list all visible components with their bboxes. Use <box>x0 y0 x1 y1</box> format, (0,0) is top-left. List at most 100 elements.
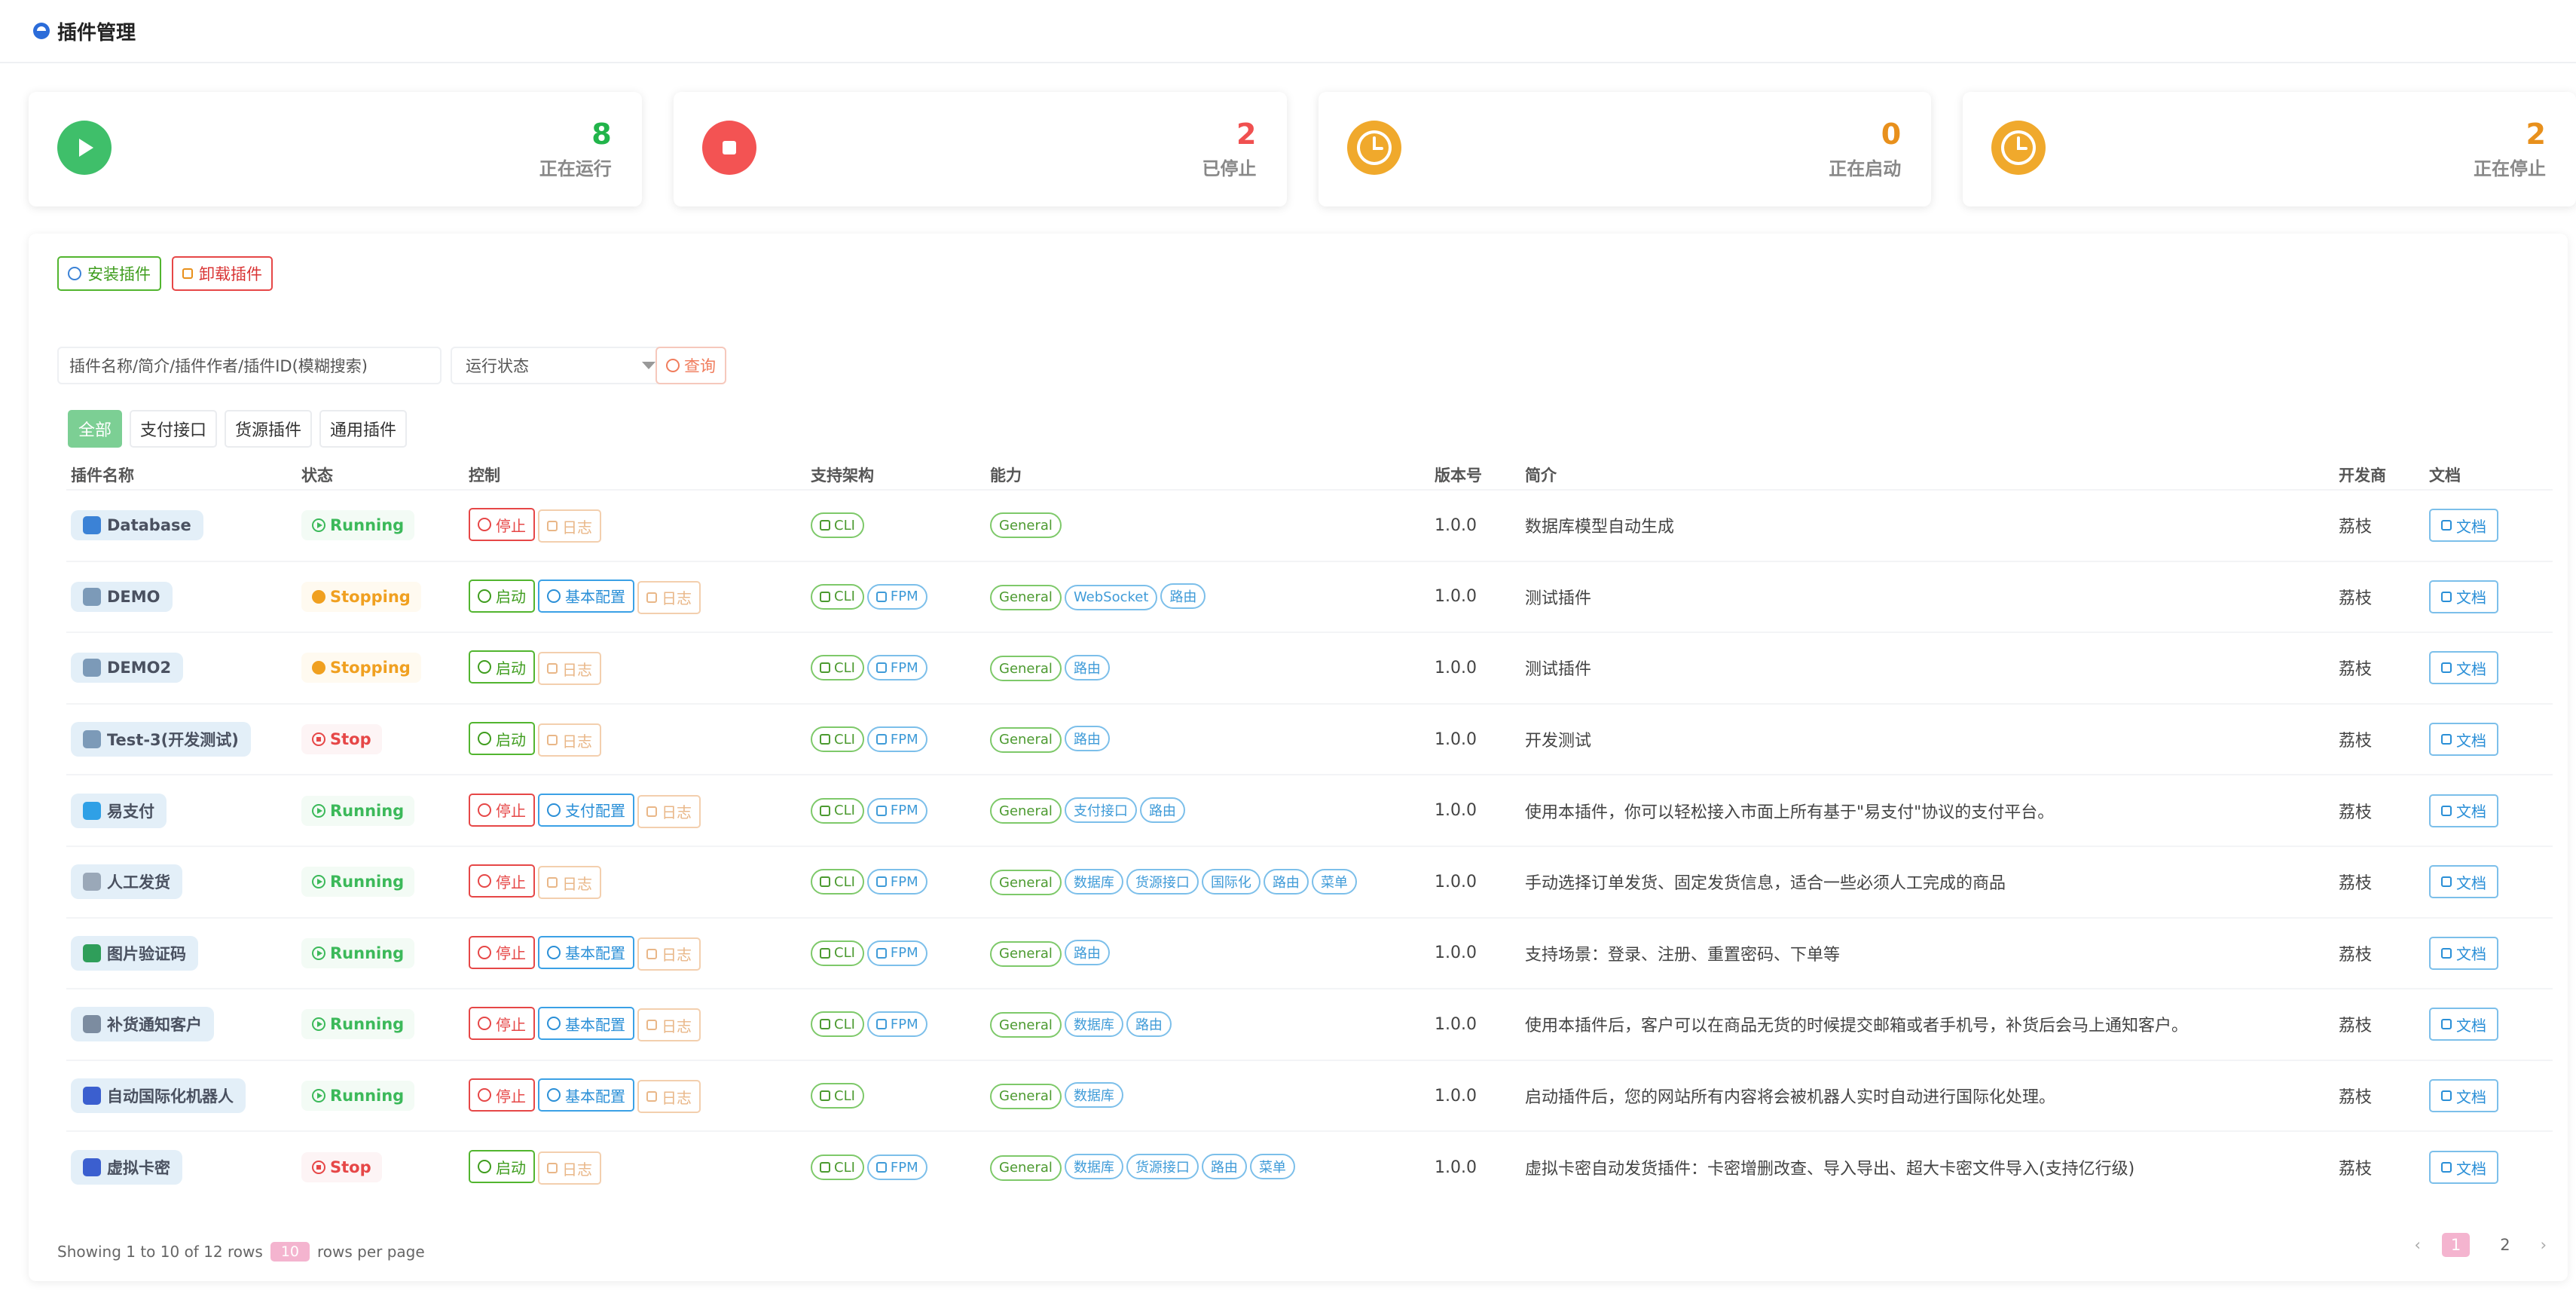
status-text: Running <box>330 943 405 962</box>
cell-version: 1.0.0 <box>1430 774 1520 846</box>
config-button[interactable]: 基本配置 <box>538 579 634 613</box>
status-text: Stopping <box>330 659 411 677</box>
table-row: 虚拟卡密 Stop 启动 日志 CLI FPM General 数据库 货源接口 路由 菜单 1.0.… <box>66 1130 2553 1203</box>
status-select[interactable]: 运行状态 <box>451 347 671 384</box>
status-text: Stopping <box>330 587 411 606</box>
start-button[interactable]: 启动 <box>469 722 535 756</box>
plugin-name-pill[interactable]: 虚拟卡密 <box>71 1150 182 1185</box>
start-button[interactable]: 启动 <box>469 650 535 684</box>
tab-all[interactable]: 全部 <box>68 410 123 448</box>
terminal-icon <box>820 1019 830 1030</box>
config-button-label: 基本配置 <box>565 1087 625 1106</box>
arch-tag: CLI <box>811 1154 864 1181</box>
cell-vendor: 荔枝 <box>2334 1130 2425 1203</box>
log-icon <box>646 1091 657 1103</box>
config-button-label: 基本配置 <box>565 588 625 607</box>
config-button[interactable]: 支付配置 <box>538 793 634 827</box>
cell-abilities: General 数据库 路由 <box>985 988 1430 1060</box>
log-button[interactable]: 日志 <box>637 1008 701 1042</box>
prev-page-button[interactable]: ‹ <box>2414 1236 2420 1254</box>
cell-vendor: 荔枝 <box>2334 774 2425 846</box>
tab-payment[interactable]: 支付接口 <box>130 410 218 448</box>
doc-button[interactable]: 文档 <box>2429 865 2498 899</box>
uninstall-plugin-button[interactable]: 卸载插件 <box>172 256 273 291</box>
plugin-name-pill[interactable]: 自动国际化机器人 <box>71 1078 246 1114</box>
arch-label: CLI <box>834 1159 855 1176</box>
table-row: Test-3(开发测试) Stop 启动 日志 CLI FPM General 路由 1.0.0… <box>66 702 2553 775</box>
log-button[interactable]: 日志 <box>637 937 701 971</box>
cell-description: 虚拟卡密自动发货插件：卡密增删改查、导入导出、超大卡密文件导入(支持亿行级) <box>1520 1130 2334 1203</box>
stop-button[interactable]: 停止 <box>469 1007 535 1041</box>
plugin-name: 人工发货 <box>107 873 170 892</box>
log-button[interactable]: 日志 <box>538 652 601 686</box>
log-button[interactable]: 日志 <box>637 794 701 828</box>
status-badge: Stopping <box>301 653 421 684</box>
doc-button[interactable]: 文档 <box>2429 509 2498 543</box>
plugin-name-pill[interactable]: 易支付 <box>71 793 167 828</box>
plugin-name-pill[interactable]: DEMO2 <box>71 653 184 684</box>
doc-button[interactable]: 文档 <box>2429 794 2498 827</box>
tab-supply[interactable]: 货源插件 <box>225 410 313 448</box>
plugin-name-pill[interactable]: Test-3(开发测试) <box>71 722 251 757</box>
cell-abilities: General 支付接口 路由 <box>985 774 1430 846</box>
doc-button[interactable]: 文档 <box>2429 580 2498 613</box>
search-input[interactable]: 插件名称/简介/插件作者/插件ID(模糊搜索) <box>57 347 442 384</box>
cell-doc: 文档 <box>2425 702 2553 775</box>
start-button[interactable]: 启动 <box>469 1150 535 1184</box>
page-button-2[interactable]: 2 <box>2491 1233 2519 1257</box>
doc-button[interactable]: 文档 <box>2429 1079 2498 1113</box>
log-button[interactable]: 日志 <box>637 1080 701 1114</box>
config-button[interactable]: 基本配置 <box>538 935 634 969</box>
plugin-name-pill[interactable]: DEMO <box>71 581 173 612</box>
ability-tag: 数据库 <box>1064 1154 1123 1180</box>
table-row: 图片验证码 Running 停止 基本配置 日志 CLI FPM General 路由 1.0.0… <box>66 916 2553 989</box>
doc-button[interactable]: 文档 <box>2429 936 2498 970</box>
config-button-label: 基本配置 <box>565 1015 625 1034</box>
install-plugin-button[interactable]: 安装插件 <box>57 256 161 291</box>
log-button[interactable]: 日志 <box>538 509 601 543</box>
plugin-logo-icon <box>33 23 50 39</box>
plugin-name: DEMO <box>107 587 160 606</box>
next-page-button[interactable]: › <box>2541 1236 2547 1254</box>
doc-button[interactable]: 文档 <box>2429 1151 2498 1185</box>
per-page-select[interactable]: 10 <box>270 1242 310 1262</box>
pagination-summary: Showing 1 to 10 of 12 rows <box>57 1243 263 1261</box>
plugin-icon <box>83 659 101 677</box>
doc-button[interactable]: 文档 <box>2429 723 2498 757</box>
cell-doc: 文档 <box>2425 916 2553 989</box>
stop-button[interactable]: 停止 <box>469 1078 535 1112</box>
config-button[interactable]: 基本配置 <box>538 1007 634 1041</box>
status-text: Running <box>330 801 405 820</box>
cell-doc: 文档 <box>2425 632 2553 704</box>
table-row: 易支付 Running 停止 支付配置 日志 CLI FPM General 支付接口 路由 1.0… <box>66 774 2553 846</box>
status-badge: Running <box>301 937 415 968</box>
plugin-name-pill[interactable]: 人工发货 <box>71 864 182 900</box>
log-button[interactable]: 日志 <box>538 1151 601 1185</box>
status-badge: Running <box>301 795 415 826</box>
doc-button[interactable]: 文档 <box>2429 651 2498 685</box>
terminal-icon <box>820 520 830 531</box>
config-button[interactable]: 基本配置 <box>538 1078 634 1112</box>
stop-button[interactable]: 停止 <box>469 864 535 898</box>
query-button[interactable]: 查询 <box>655 347 726 384</box>
cell-doc: 文档 <box>2425 560 2553 633</box>
doc-button[interactable]: 文档 <box>2429 1008 2498 1041</box>
tab-general[interactable]: 通用插件 <box>319 410 408 448</box>
cell-status: Stopping <box>297 632 464 704</box>
plugin-name-pill[interactable]: 图片验证码 <box>71 935 198 971</box>
stop-icon <box>478 1088 491 1103</box>
category-tabs: 全部 支付接口 货源插件 通用插件 <box>68 410 408 448</box>
plugin-name-pill[interactable]: 补货通知客户 <box>71 1007 214 1042</box>
plugin-name-pill[interactable]: Database <box>71 510 203 541</box>
col-header: 控制 <box>469 466 500 485</box>
stop-button[interactable]: 停止 <box>469 935 535 969</box>
stop-button[interactable]: 停止 <box>469 793 535 827</box>
cell-name: 自动国际化机器人 <box>66 1059 297 1132</box>
plugin-icon <box>83 873 101 891</box>
log-button[interactable]: 日志 <box>637 580 701 614</box>
start-button[interactable]: 启动 <box>469 579 535 613</box>
stop-button[interactable]: 停止 <box>469 508 535 542</box>
log-button[interactable]: 日志 <box>538 723 601 757</box>
page-button-1[interactable]: 1 <box>2441 1233 2471 1257</box>
log-button[interactable]: 日志 <box>538 866 601 900</box>
